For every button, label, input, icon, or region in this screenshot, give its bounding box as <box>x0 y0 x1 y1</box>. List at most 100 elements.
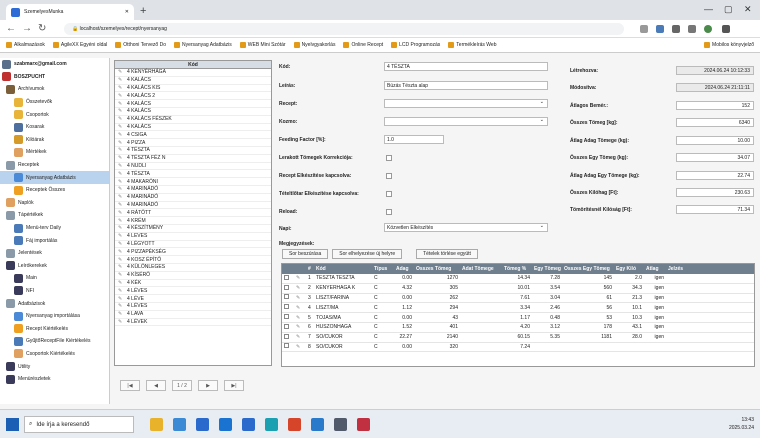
grid-row[interactable]: ✎ 4 NUDLI <box>115 163 271 171</box>
edit-pencil-icon[interactable]: ✎ <box>118 171 123 177</box>
grid-row[interactable]: ✎ 4 MARINÁDÓ <box>115 186 271 194</box>
edit-pencil-icon[interactable]: ✎ <box>118 93 123 99</box>
table-row[interactable]: ✎ 7 SÓ/CUKOR C 22.27 2140 60.15 5.35 1181 28.0 ige… <box>282 333 754 343</box>
back-icon[interactable]: ← <box>6 23 16 34</box>
bookmark-item[interactable]: Otthoni Tervező Do <box>115 42 166 48</box>
bookmark-item[interactable]: AgileXX Egyéni oldal <box>52 42 107 48</box>
bookmark-item[interactable]: Nyelvgyakorlás <box>293 42 335 48</box>
table-row[interactable]: ✎ 1 TÉSZTA TÉSZTA C 0.00 1270 14.34 7.28 145 2.0 i… <box>282 274 754 284</box>
row-checkbox[interactable] <box>282 323 294 331</box>
mail-icon[interactable] <box>242 418 255 431</box>
grid-row[interactable]: ✎ 4 TÉSZTA <box>115 147 271 155</box>
edit-pencil-icon[interactable]: ✎ <box>118 233 123 239</box>
grid-row[interactable]: ✎ 4 CSIGA <box>115 131 271 140</box>
taskbar-search[interactable]: ⌕ Ide írja a keresendő <box>24 416 134 433</box>
daily-select[interactable]: Közvetlen Elkészítés <box>384 223 548 232</box>
feeding-factor-input[interactable]: 1.0 <box>384 135 444 144</box>
row-checkbox[interactable] <box>282 314 294 321</box>
edit-pencil-icon[interactable]: ✎ <box>294 334 306 340</box>
grid-row[interactable]: ✎ 4 KALÁCS <box>115 108 271 116</box>
edit-pencil-icon[interactable]: ✎ <box>118 272 123 278</box>
tree-item[interactable]: Receptek <box>0 159 109 172</box>
bookmark-item[interactable]: Termékleírás Web <box>448 42 497 48</box>
grid-row[interactable]: ✎ 4 KALÁCS <box>115 77 271 85</box>
table-row[interactable]: ✎ 4 LISZT/MA C 1.12 294 3.34 2.46 56 10.1 igen <box>282 303 754 314</box>
tree-item[interactable]: Adatbázisok <box>0 297 109 310</box>
grid-row[interactable]: ✎ 4 LÉVE <box>115 295 271 303</box>
grid-row[interactable]: ✎ 4 PIZZAPÉKSÉG <box>115 248 271 257</box>
tree-item[interactable]: Recept Kiértékelés <box>0 322 109 335</box>
next-page-button[interactable]: ▶ <box>198 380 218 391</box>
grid-row[interactable]: ✎ 4 KALÁCS FÉSZEK <box>115 116 271 124</box>
grid-row[interactable]: ✎ 4 KÍSÉRŐ <box>115 272 271 280</box>
edit-pencil-icon[interactable]: ✎ <box>118 311 123 317</box>
tree-item[interactable]: Naplók <box>0 197 109 210</box>
edit-pencil-icon[interactable]: ✎ <box>118 280 123 286</box>
edit-pencil-icon[interactable]: ✎ <box>118 202 123 208</box>
grid-row[interactable]: ✎ 4 RÁTŐTT <box>115 209 271 218</box>
reload-icon[interactable]: ↻ <box>38 23 46 34</box>
tree-item[interactable]: szabmarx@gmail.com <box>0 58 109 71</box>
bookmark-item[interactable]: LCD Programozás <box>391 42 440 48</box>
prev-page-button[interactable]: ◀ <box>146 380 166 391</box>
reload-checkbox[interactable] <box>386 209 392 215</box>
grid-row[interactable]: ✎ 4 LÉGYOTT <box>115 241 271 249</box>
new-tab-icon[interactable]: + <box>140 5 146 17</box>
bookmark-item[interactable]: Mobilos könyvjelző <box>704 42 754 48</box>
edit-pencil-icon[interactable]: ✎ <box>118 124 123 130</box>
app-icon[interactable] <box>357 418 370 431</box>
tab-close-icon[interactable]: ✕ <box>125 9 129 15</box>
code-input[interactable]: 4 TÉSZTA <box>384 62 548 71</box>
grid-row[interactable]: ✎ 4 KOSZ ÉPÍTŐ <box>115 256 271 264</box>
row-checkbox[interactable] <box>282 343 294 350</box>
row-checkbox[interactable] <box>282 284 294 292</box>
column-header[interactable]: Átlag <box>644 266 666 272</box>
edit-pencil-icon[interactable]: ✎ <box>118 155 123 161</box>
folder-icon[interactable] <box>150 418 163 431</box>
edit-pencil-icon[interactable]: ✎ <box>118 194 123 200</box>
bookmark-star-icon[interactable] <box>656 25 664 33</box>
menu-kebab-icon[interactable] <box>722 25 730 33</box>
edit-pencil-icon[interactable]: ✎ <box>118 140 123 146</box>
column-header[interactable]: Típus <box>372 266 394 272</box>
column-header[interactable]: Adag <box>394 266 414 272</box>
bookmark-item[interactable]: Alkalmazások <box>6 42 45 48</box>
grid-row[interactable]: ✎ 4 KÉSZÍTMÉNY <box>115 225 271 233</box>
edit-pencil-icon[interactable]: ✎ <box>118 101 123 107</box>
recipe-select[interactable] <box>384 99 548 108</box>
edit-pencil-icon[interactable]: ✎ <box>118 249 123 255</box>
minimize-icon[interactable]: — <box>704 4 713 14</box>
column-header[interactable]: # <box>306 266 314 272</box>
profile-avatar-icon[interactable] <box>704 25 712 33</box>
url-field[interactable]: 🔒 localhost/szemelyes/recept/nyersanyag <box>64 23 624 35</box>
first-page-button[interactable]: |◀ <box>120 380 140 391</box>
edit-pencil-icon[interactable]: ✎ <box>294 285 306 291</box>
edit-pencil-icon[interactable]: ✎ <box>118 303 123 309</box>
column-header[interactable]: Összes Egy Tömeg <box>562 266 614 272</box>
column-header[interactable]: Tömeg % <box>502 266 532 272</box>
column-header[interactable]: Egy Tömeg <box>532 266 562 272</box>
edit-pencil-icon[interactable]: ✎ <box>118 288 123 294</box>
extension-icon[interactable] <box>640 25 648 33</box>
code-icon[interactable] <box>311 418 324 431</box>
table-row[interactable]: ✎ 5 TOJÁS/MA C 0.00 43 1.17 0.48 53 10.3 igen <box>282 313 754 323</box>
edit-pencil-icon[interactable]: ✎ <box>118 225 123 231</box>
puzzle-icon[interactable] <box>672 25 680 33</box>
edit-pencil-icon[interactable]: ✎ <box>118 85 123 91</box>
grid-row[interactable]: ✎ 4 KALÁCS <box>115 124 271 132</box>
grid-row[interactable]: ✎ 4 KRÉM <box>115 217 271 225</box>
edit-pencil-icon[interactable]: ✎ <box>294 305 306 311</box>
grid-row[interactable]: ✎ 4 MARINÁDÓ <box>115 202 271 210</box>
edit-pencil-icon[interactable]: ✎ <box>118 210 123 216</box>
edit-pencil-icon[interactable]: ✎ <box>118 179 123 185</box>
start-windows-icon[interactable] <box>6 418 19 431</box>
tree-item[interactable]: Nyersanyag importálása <box>0 310 109 323</box>
grid-row[interactable]: ✎ 4 MARINÁDÓ <box>115 194 271 202</box>
grid-row[interactable]: ✎ 4 KALÁCS 2 <box>115 92 271 101</box>
tree-item[interactable]: Archívumok <box>0 83 109 96</box>
edge-icon[interactable] <box>265 418 278 431</box>
table-row[interactable]: ✎ 6 HUSZONHÁGA C 1.52 401 4.20 3.12 178 43.1 igen <box>282 323 754 333</box>
tree-item[interactable]: Csoportok Kiértékelés <box>0 348 109 361</box>
description-input[interactable]: Búzás Tészta alap <box>384 81 548 90</box>
tree-item[interactable]: BOSZPUCHT <box>0 71 109 84</box>
